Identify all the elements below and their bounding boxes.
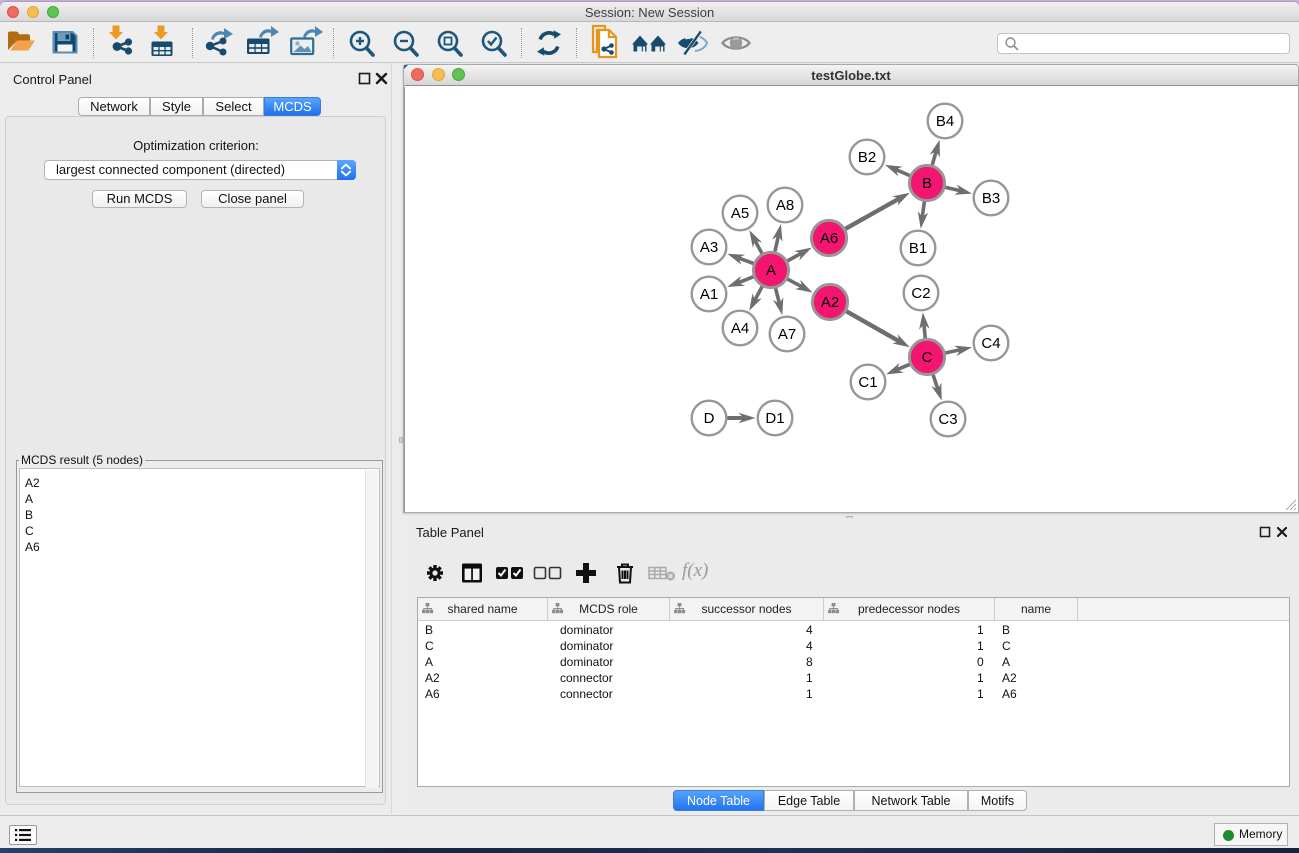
svg-text:C: C <box>922 349 933 366</box>
svg-text:D: D <box>704 410 715 427</box>
svg-text:D1: D1 <box>765 410 784 427</box>
svg-text:A1: A1 <box>700 286 718 303</box>
svg-text:C1: C1 <box>858 374 877 391</box>
svg-text:A5: A5 <box>731 205 749 222</box>
svg-text:B: B <box>922 175 932 192</box>
svg-text:A3: A3 <box>700 239 718 256</box>
svg-text:B1: B1 <box>909 240 927 257</box>
svg-text:A2: A2 <box>821 294 839 311</box>
svg-text:A7: A7 <box>778 326 796 343</box>
svg-text:A6: A6 <box>820 230 838 247</box>
svg-text:A: A <box>766 262 776 279</box>
svg-text:A4: A4 <box>731 320 749 337</box>
svg-text:C3: C3 <box>938 411 957 428</box>
svg-text:C2: C2 <box>911 285 930 302</box>
svg-text:B4: B4 <box>936 113 954 130</box>
svg-text:A8: A8 <box>776 197 794 214</box>
svg-text:C4: C4 <box>981 335 1000 352</box>
svg-text:B2: B2 <box>858 149 876 166</box>
svg-text:B3: B3 <box>982 190 1000 207</box>
